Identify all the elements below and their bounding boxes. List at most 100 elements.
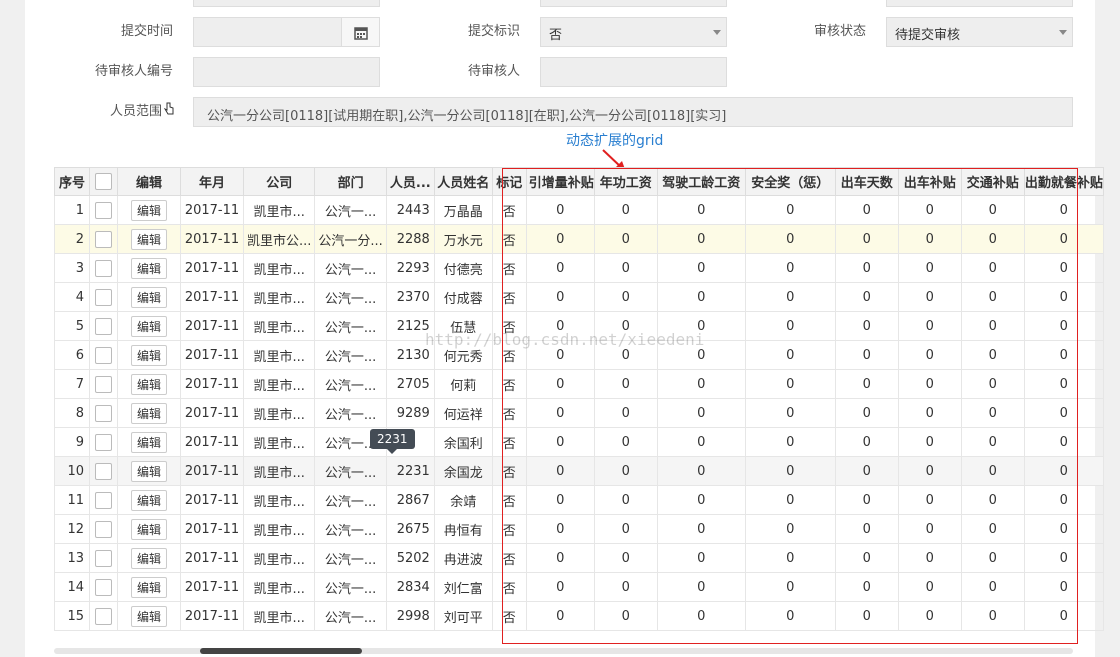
col-header-employee-name[interactable]: 人员姓名 bbox=[433, 167, 493, 196]
row-dynamic-value[interactable]: 0 bbox=[744, 572, 836, 602]
row-dynamic-value[interactable]: 0 bbox=[593, 427, 658, 457]
col-header-driving-seniority-pay[interactable]: 驾驶工龄工资 bbox=[656, 167, 746, 196]
horizontal-scrollbar-thumb[interactable] bbox=[200, 648, 362, 654]
row-dynamic-value[interactable]: 0 bbox=[525, 601, 595, 631]
row-edit-cell[interactable]: 编辑 bbox=[117, 340, 181, 370]
col-header-department[interactable]: 部门 bbox=[314, 167, 387, 196]
col-header-company[interactable]: 公司 bbox=[242, 167, 316, 196]
row-dynamic-value[interactable]: 0 bbox=[656, 485, 746, 515]
table-row[interactable]: 6 编辑 2017-11 凯里市... 公汽一... 2130 何元秀否 0 0 0 0 0 0 0 0 bbox=[54, 340, 1104, 370]
row-dynamic-value[interactable]: 0 bbox=[834, 601, 899, 631]
row-dynamic-value[interactable]: 0 bbox=[897, 224, 962, 254]
row-dynamic-value[interactable]: 0 bbox=[1023, 224, 1104, 254]
row-dynamic-value[interactable]: 0 bbox=[593, 398, 658, 428]
row-dynamic-value[interactable]: 0 bbox=[593, 514, 658, 544]
edit-button[interactable]: 编辑 bbox=[130, 344, 167, 366]
row-dynamic-value[interactable]: 0 bbox=[1023, 340, 1104, 370]
table-row[interactable]: 10 编辑 2017-11 凯里市... 公汽一... 2231 余国龙否 0 0 0 0 0 0 0 0 bbox=[54, 456, 1104, 486]
row-dynamic-value[interactable]: 0 bbox=[744, 427, 836, 457]
row-checkbox[interactable] bbox=[95, 201, 112, 219]
row-dynamic-value[interactable]: 0 bbox=[656, 601, 746, 631]
row-checkbox[interactable] bbox=[95, 549, 112, 567]
row-dynamic-value[interactable]: 0 bbox=[1023, 195, 1104, 225]
row-dynamic-value[interactable]: 0 bbox=[744, 514, 836, 544]
edit-button[interactable]: 编辑 bbox=[130, 518, 167, 540]
row-checkbox-cell[interactable] bbox=[89, 572, 118, 602]
row-dynamic-value[interactable]: 0 bbox=[897, 485, 962, 515]
row-dynamic-value[interactable]: 0 bbox=[960, 253, 1025, 283]
row-dynamic-value[interactable]: 0 bbox=[897, 398, 962, 428]
row-dynamic-value[interactable]: 0 bbox=[744, 485, 836, 515]
row-dynamic-value[interactable]: 0 bbox=[593, 572, 658, 602]
edit-button[interactable]: 编辑 bbox=[130, 315, 167, 337]
row-dynamic-value[interactable]: 0 bbox=[834, 456, 899, 486]
edit-button[interactable]: 编辑 bbox=[130, 605, 167, 627]
row-dynamic-value[interactable]: 0 bbox=[593, 340, 658, 370]
row-dynamic-value[interactable]: 0 bbox=[960, 543, 1025, 573]
top-input-3[interactable] bbox=[886, 0, 1073, 7]
row-checkbox-cell[interactable] bbox=[89, 456, 118, 486]
col-header-flag[interactable]: 标记 bbox=[491, 167, 527, 196]
row-edit-cell[interactable]: 编辑 bbox=[117, 398, 181, 428]
row-edit-cell[interactable]: 编辑 bbox=[117, 224, 181, 254]
row-dynamic-value[interactable]: 0 bbox=[656, 224, 746, 254]
row-checkbox-cell[interactable] bbox=[89, 253, 118, 283]
row-dynamic-value[interactable]: 0 bbox=[656, 311, 746, 341]
row-dynamic-value[interactable]: 0 bbox=[960, 601, 1025, 631]
row-dynamic-value[interactable]: 0 bbox=[960, 514, 1025, 544]
row-edit-cell[interactable]: 编辑 bbox=[117, 572, 181, 602]
row-dynamic-value[interactable]: 0 bbox=[1023, 427, 1104, 457]
row-dynamic-value[interactable]: 0 bbox=[897, 543, 962, 573]
edit-button[interactable]: 编辑 bbox=[130, 460, 167, 482]
row-dynamic-value[interactable]: 0 bbox=[897, 601, 962, 631]
row-dynamic-value[interactable]: 0 bbox=[960, 398, 1025, 428]
row-dynamic-value[interactable]: 0 bbox=[593, 485, 658, 515]
row-dynamic-value[interactable]: 0 bbox=[1023, 485, 1104, 515]
col-header-trip-days[interactable]: 出车天数 bbox=[834, 167, 899, 196]
row-dynamic-value[interactable]: 0 bbox=[897, 572, 962, 602]
row-dynamic-value[interactable]: 0 bbox=[834, 398, 899, 428]
row-dynamic-value[interactable]: 0 bbox=[1023, 572, 1104, 602]
row-dynamic-value[interactable]: 0 bbox=[1023, 456, 1104, 486]
table-row[interactable]: 1 编辑 2017-11 凯里市... 公汽一... 2443 万晶晶否 0 0 0 0 0 0 0 0 bbox=[54, 195, 1104, 225]
submit-time-input[interactable] bbox=[193, 17, 342, 47]
row-checkbox-cell[interactable] bbox=[89, 485, 118, 515]
row-dynamic-value[interactable]: 0 bbox=[744, 601, 836, 631]
row-dynamic-value[interactable]: 0 bbox=[960, 224, 1025, 254]
row-dynamic-value[interactable]: 0 bbox=[525, 485, 595, 515]
col-header-transport-subsidy[interactable]: 交通补贴 bbox=[960, 167, 1025, 196]
row-dynamic-value[interactable]: 0 bbox=[525, 427, 595, 457]
row-edit-cell[interactable]: 编辑 bbox=[117, 543, 181, 573]
row-dynamic-value[interactable]: 0 bbox=[656, 282, 746, 312]
row-checkbox-cell[interactable] bbox=[89, 195, 118, 225]
row-edit-cell[interactable]: 编辑 bbox=[117, 427, 181, 457]
row-checkbox-cell[interactable] bbox=[89, 224, 118, 254]
row-dynamic-value[interactable]: 0 bbox=[744, 398, 836, 428]
row-dynamic-value[interactable]: 0 bbox=[834, 514, 899, 544]
row-edit-cell[interactable]: 编辑 bbox=[117, 514, 181, 544]
row-dynamic-value[interactable]: 0 bbox=[834, 369, 899, 399]
col-header-meal-subsidy[interactable]: 出勤就餐补贴 bbox=[1023, 167, 1104, 196]
row-checkbox-cell[interactable] bbox=[89, 340, 118, 370]
table-row[interactable]: 5 编辑 2017-11 凯里市... 公汽一... 2125 伍慧否 0 0 0 0 0 0 0 0 bbox=[54, 311, 1104, 341]
row-dynamic-value[interactable]: 0 bbox=[960, 369, 1025, 399]
row-dynamic-value[interactable]: 0 bbox=[834, 485, 899, 515]
row-edit-cell[interactable]: 编辑 bbox=[117, 485, 181, 515]
row-dynamic-value[interactable]: 0 bbox=[656, 195, 746, 225]
row-checkbox-cell[interactable] bbox=[89, 543, 118, 573]
edit-button[interactable]: 编辑 bbox=[130, 228, 167, 250]
row-edit-cell[interactable]: 编辑 bbox=[117, 369, 181, 399]
row-dynamic-value[interactable]: 0 bbox=[525, 282, 595, 312]
col-header-increment-subsidy[interactable]: 引增量补贴 bbox=[525, 167, 595, 196]
row-edit-cell[interactable]: 编辑 bbox=[117, 253, 181, 283]
row-dynamic-value[interactable]: 0 bbox=[897, 369, 962, 399]
row-dynamic-value[interactable]: 0 bbox=[744, 311, 836, 341]
table-row[interactable]: 12 编辑 2017-11 凯里市... 公汽一... 2675 冉恒有否 0 0 0 0 0 0 0 0 bbox=[54, 514, 1104, 544]
row-dynamic-value[interactable]: 0 bbox=[960, 340, 1025, 370]
row-checkbox-cell[interactable] bbox=[89, 311, 118, 341]
row-dynamic-value[interactable]: 0 bbox=[1023, 601, 1104, 631]
row-checkbox-cell[interactable] bbox=[89, 427, 118, 457]
row-dynamic-value[interactable]: 0 bbox=[656, 340, 746, 370]
row-dynamic-value[interactable]: 0 bbox=[656, 253, 746, 283]
row-checkbox[interactable] bbox=[95, 346, 112, 364]
